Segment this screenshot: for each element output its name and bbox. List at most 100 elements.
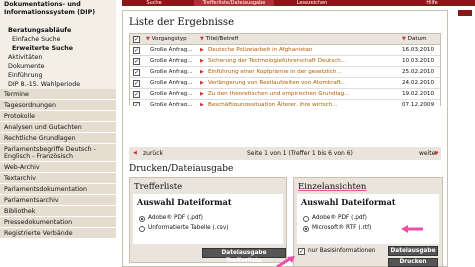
row-type[interactable]: Große Anfrag...	[150, 56, 193, 67]
trefferliste-heading: Trefferliste	[134, 182, 183, 192]
sidebar-item[interactable]: Bibliothek	[0, 206, 116, 217]
table-body: ✓ Große Anfrag... ▶ Deutsche Polizeiarbeit …	[130, 45, 440, 111]
results-table: ✓ ▼ Vorgangstyp ▼ Titel/Betreff ▼ Datum …	[129, 33, 441, 112]
sidebar-top-line1: Dokumentations- und	[4, 1, 81, 8]
pager-bar: ◀ zurück Seite 1 von 1 (Treffer 1 bis 6 …	[129, 147, 441, 160]
table-row: ✓ Große Anfrag... ▶ Deutsche Polizeiarbeit …	[130, 45, 440, 56]
select-all-checkbox[interactable]: ✓	[133, 36, 140, 43]
row-title[interactable]: Einführung einer Kopfprämie in der geset…	[208, 67, 396, 78]
sidebar-item[interactable]: Einführung	[0, 71, 116, 80]
table-row: ✓ Große Anfrag... ▶ Zu den theoretischen un…	[130, 89, 440, 100]
link-arrow-icon: ▶	[200, 69, 204, 75]
sidebar-item[interactable]: Aktivitäten	[0, 53, 116, 62]
sidebar-section-dip[interactable]: Dokumentations- und Informationssystem (…	[0, 0, 116, 26]
row-title[interactable]: Deutsche Polizeiarbeit in Afghanistan	[208, 45, 396, 56]
pager-info: Seite 1 von 1 (Treffer 1 bis 6 von 6)	[247, 150, 353, 157]
page-root: Dokumentations- und Informationssystem (…	[0, 0, 475, 267]
trefferliste-box: Trefferliste Auswahl Dateiformat Adobe® …	[129, 177, 287, 264]
sidebar-item[interactable]: Pressedokumentation	[0, 217, 116, 228]
pink-arrow-icon	[401, 225, 423, 233]
export-trefferliste-button[interactable]: Dateiausgabe Trefferliste	[202, 248, 286, 264]
drucken-button[interactable]: Drucken	[388, 258, 438, 267]
row-type[interactable]: Große Anfrag...	[150, 78, 193, 89]
table-header: ✓ ▼ Vorgangstyp ▼ Titel/Betreff ▼ Datum	[130, 34, 440, 45]
basisinfo-checkbox[interactable]: ✓	[298, 248, 305, 255]
col-titel-header[interactable]: ▼ Titel/Betreff	[200, 34, 238, 45]
radio-pdf-trefferliste[interactable]	[139, 216, 145, 222]
scrollbar-cap	[458, 10, 472, 16]
radio-rtf-einzel[interactable]	[303, 226, 309, 232]
table-row: ✓ Große Anfrag... ▶ Verlängerung von Restla…	[130, 78, 440, 89]
header-label-titel: Titel/Betreff	[205, 36, 239, 42]
sidebar-item[interactable]: Rechtliche Grundlagen	[0, 133, 116, 144]
tab-suche[interactable]: Suche	[134, 0, 174, 6]
row-checkbox[interactable]: ✓	[133, 69, 140, 76]
trefferliste-format-panel: Auswahl Dateiformat Adobe® PDF (.pdf) Un…	[133, 194, 283, 244]
row-checkbox[interactable]: ✓	[133, 80, 140, 87]
col-datum-header[interactable]: ▼ Datum	[402, 34, 427, 45]
row-checkbox[interactable]: ✓	[133, 91, 140, 98]
row-title[interactable]: Zu den theoretischen und empirischen Gru…	[208, 89, 396, 100]
pager-prev[interactable]: zurück	[143, 147, 163, 160]
sidebar-item[interactable]: Dokumente	[0, 62, 116, 71]
row-type[interactable]: Große Anfrag...	[150, 89, 193, 100]
einzelansichten-heading: Einzelansichten	[298, 182, 367, 192]
page-scrollbar[interactable]	[452, 10, 475, 267]
row-type[interactable]: Große Anfrag...	[150, 67, 193, 78]
row-title[interactable]: Sicherung der Technologieführerschaft De…	[208, 56, 396, 67]
export-title: Drucken/Dateiausgabe	[129, 164, 234, 174]
table-row: ✓ Große Anfrag... ▶ Sicherung der Technolog…	[130, 56, 440, 67]
sidebar-item[interactable]: Tagesordnungen	[0, 100, 116, 111]
prev-arrow-icon[interactable]: ◀	[133, 147, 137, 160]
row-title[interactable]: Verlängerung von Restlaufzeiten von Atom…	[208, 78, 396, 89]
basisinfo-label: nur Basisinformationen	[308, 248, 376, 254]
link-arrow-icon: ▶	[200, 58, 204, 64]
row-type[interactable]: Große Anfrag...	[150, 45, 193, 56]
opt-rtf-einzel: Microsoft® RTF (.rtf)	[312, 225, 372, 231]
sidebar-item[interactable]: Parlamentsdokumentation	[0, 184, 116, 195]
dateiausgabe-button[interactable]: Dateiausgabe	[388, 246, 438, 256]
radio-pdf-einzel[interactable]	[303, 216, 309, 222]
sidebar-item[interactable]: Textarchiv	[0, 173, 116, 184]
einzelansichten-box: Einzelansichten Auswahl Dateiformat Adob…	[293, 177, 443, 267]
sidebar-item[interactable]: Parlamentsarchiv	[0, 195, 116, 206]
sort-arrow-icon: ▼	[146, 36, 150, 42]
main-panel: Liste der Ergebnisse ✓ ▼ Vorgangstyp ▼ T…	[122, 10, 448, 267]
row-date: 10.03.2010	[402, 58, 435, 64]
row-date: 19.02.2010	[402, 91, 435, 97]
col-vorgangstyp-header[interactable]: ▼ Vorgangstyp	[146, 34, 187, 45]
sidebar-item[interactable]: Erweiterte Suche	[0, 44, 116, 53]
link-arrow-icon: ▶	[200, 47, 204, 53]
sidebar-item[interactable]: Parlamentsbegriffe Deutsch - Englisch - …	[0, 144, 116, 162]
sort-arrow-icon: ▼	[200, 36, 204, 42]
row-checkbox[interactable]: ✓	[133, 58, 140, 65]
einzelansichten-format-title: Auswahl Dateiformat	[301, 197, 396, 207]
link-arrow-icon: ▶	[200, 80, 204, 86]
top-tab-bar: Suche Trefferliste/Dateiausgabe Lesezeic…	[122, 0, 475, 6]
row-checkbox[interactable]: ✓	[133, 47, 140, 54]
radio-csv-trefferliste[interactable]	[139, 226, 145, 232]
table-row: ✓ Große Anfrag... ▶ Einführung einer Kopfpr…	[130, 67, 440, 78]
einzelansichten-format-panel: Auswahl Dateiformat Adobe® PDF (.pdf) Mi…	[297, 194, 439, 244]
opt-csv-trefferliste: Unformatierte Tabelle (.csv)	[148, 225, 229, 231]
sidebar-item[interactable]: Registrierte Verbände	[0, 228, 116, 239]
tab-trefferliste[interactable]: Trefferliste/Dateiausgabe	[194, 0, 274, 6]
pink-arrow-icon	[276, 256, 295, 267]
sidebar-item[interactable]: Beratungsabläufe	[0, 26, 116, 35]
sidebar-item[interactable]: Analysen und Gutachten	[0, 122, 116, 133]
header-label-datum: Datum	[407, 36, 427, 42]
sort-arrow-icon: ▼	[402, 36, 406, 42]
sidebar-item[interactable]: Protokolle	[0, 111, 116, 122]
results-title: Liste der Ergebnisse	[129, 17, 234, 28]
sidebar-item[interactable]: DIP 8.-15. Wahlperiode	[0, 80, 116, 89]
tab-lesezeichen[interactable]: Lesezeichen	[282, 0, 342, 6]
sidebar-item[interactable]: Termine	[0, 89, 116, 100]
next-arrow-icon[interactable]: ▶	[435, 147, 439, 160]
sidebar-item[interactable]: Einfache Suche	[0, 35, 116, 44]
sidebar-top-line2: Informationssystem (DIP)	[4, 8, 96, 16]
trefferliste-format-title: Auswahl Dateiformat	[137, 197, 232, 207]
sidebar-item[interactable]: Web-Archiv	[0, 162, 116, 173]
opt-pdf-einzel: Adobe® PDF (.pdf)	[312, 215, 367, 221]
row-date: 25.02.2010	[402, 69, 435, 75]
tab-hilfe[interactable]: Hilfe	[417, 0, 447, 6]
